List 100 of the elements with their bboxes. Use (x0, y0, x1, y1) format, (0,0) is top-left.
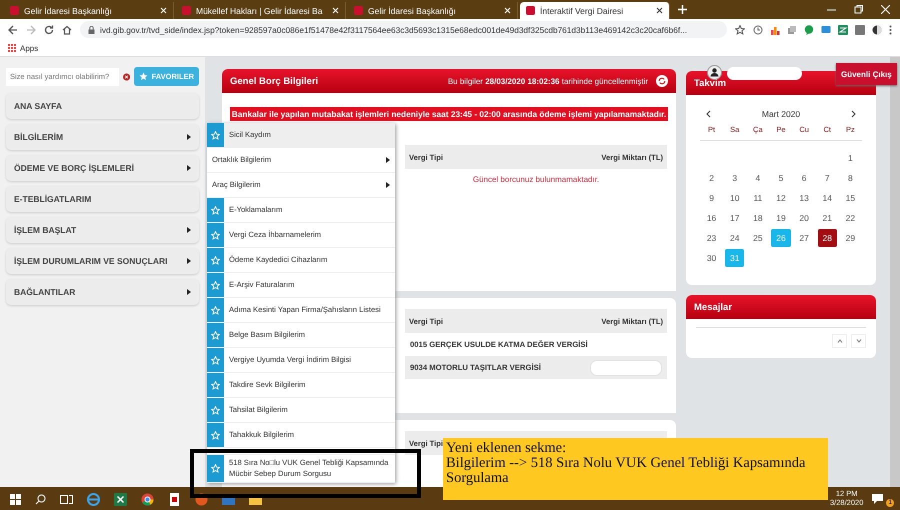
refresh-icon[interactable] (656, 75, 668, 87)
calendar-day[interactable]: 30 (702, 249, 722, 267)
search-icon[interactable] (35, 494, 46, 504)
calendar-day[interactable]: 1 (840, 149, 860, 167)
sidebar-item[interactable]: ÖDEME VE BORÇ İŞLEMLERİ (6, 155, 199, 181)
square-extension-icon[interactable] (855, 24, 865, 34)
clock-extension-icon[interactable] (753, 24, 763, 34)
calendar-day[interactable]: 10 (725, 189, 744, 207)
calendar-day[interactable]: 19 (771, 209, 791, 227)
browser-tab[interactable]: İnteraktif Vergi Dairesi (520, 2, 670, 19)
reload-icon[interactable] (44, 24, 54, 34)
sidebar-item[interactable]: ANA SAYFA (6, 93, 199, 119)
task-view-icon[interactable] (60, 494, 73, 504)
calendar-day[interactable]: 17 (725, 209, 744, 227)
callout-text: Yeni eklenen sekme: (446, 441, 568, 456)
bookmark-star-icon[interactable] (735, 24, 745, 34)
windows-icon[interactable] (10, 494, 21, 504)
spreadsheet-icon[interactable] (114, 492, 127, 506)
new-tab-icon[interactable] (678, 5, 687, 14)
scroll-up-button[interactable] (832, 334, 847, 348)
notification-icon[interactable] (871, 493, 884, 505)
favicon-icon (10, 6, 19, 15)
chat-extension-icon[interactable] (804, 24, 814, 34)
star-icon[interactable] (211, 356, 220, 364)
calendar-day[interactable]: 20 (794, 209, 814, 227)
sidebar-item[interactable]: İŞLEM BAŞLAT (6, 217, 199, 243)
star-icon[interactable] (211, 206, 220, 214)
calendar-day[interactable]: 15 (840, 189, 860, 207)
calendar-day[interactable]: 2 (702, 169, 722, 187)
circle-extension-icon[interactable] (872, 24, 882, 34)
calendar-day[interactable]: 11 (748, 189, 768, 207)
calendar-day[interactable]: 9 (702, 189, 722, 207)
chevron-up-icon (836, 339, 842, 343)
star-icon[interactable] (211, 430, 220, 440)
more-menu-icon[interactable] (889, 24, 892, 34)
chart-extension-icon[interactable] (770, 24, 780, 34)
star-icon[interactable] (211, 330, 220, 340)
star-icon[interactable] (211, 406, 220, 414)
star-icon[interactable] (211, 130, 220, 140)
calendar-day[interactable]: 24 (725, 229, 744, 247)
chevron-down-icon (856, 339, 862, 343)
favicon-icon (526, 6, 535, 15)
logout-button[interactable]: Güvenli Çıkış (836, 63, 897, 85)
restore-icon[interactable] (854, 5, 863, 14)
calendar-day[interactable]: 12 (771, 189, 791, 207)
home-icon[interactable] (62, 24, 72, 34)
calendar-day[interactable]: 6 (794, 169, 814, 187)
lock-icon (88, 26, 95, 34)
sidebar-item[interactable]: İŞLEM DURUMLARIM VE SONUÇLARI (6, 248, 199, 274)
star-icon[interactable] (211, 306, 220, 314)
document-icon[interactable] (168, 492, 181, 506)
sidebar-item[interactable]: BİLGİLERİM (6, 124, 199, 150)
panel-title: Takvim (694, 78, 726, 88)
calendar-day[interactable]: 23 (702, 229, 722, 247)
calendar-day[interactable]: 5 (771, 169, 791, 187)
star-icon[interactable] (211, 230, 220, 240)
calendar-day[interactable]: 29 (840, 229, 860, 247)
empty-message: Güncel borcunuz bulunmamaktadır. (472, 174, 600, 184)
copy-extension-icon[interactable] (787, 24, 797, 34)
month-label: Mart 2020 (762, 109, 800, 119)
apps-grid-icon (8, 44, 16, 52)
next-icon[interactable] (851, 110, 856, 118)
star-icon[interactable] (211, 256, 220, 264)
calendar-day[interactable]: 14 (818, 189, 837, 207)
calendar-day[interactable]: 27 (794, 229, 814, 247)
browser-icon[interactable] (87, 492, 100, 506)
panel-title: Mesajlar (694, 302, 732, 312)
scrollbar[interactable] (890, 57, 900, 487)
zigzag-extension-icon[interactable] (838, 24, 848, 34)
favicon-icon (354, 6, 363, 15)
calendar-day[interactable]: 8 (840, 169, 860, 187)
scroll-down-button[interactable] (851, 334, 866, 348)
sidebar-item[interactable]: E-TEBLİGATLARIM (6, 186, 199, 212)
calendar-day[interactable]: 28 (818, 229, 837, 247)
calendar-day[interactable]: 13 (794, 189, 814, 207)
close-icon[interactable] (656, 7, 663, 14)
callout-text: Bilgilerim --> 518 Sıra Nolu VUK Genel Tebliği Kapsamında Sorgulama (446, 456, 806, 487)
star-icon[interactable] (211, 464, 220, 473)
star-icon[interactable] (211, 280, 220, 290)
submenu-arrow-icon (386, 157, 390, 163)
address-bar[interactable]: ivd.gib.gov.tr/tvd_side/index.jsp?token=928597a0c086e1f51478e42f3117564ee63c3d5693c1315e68edc001de49d3df325cdb761d3b113e469142c3c20caf6b6f... (80, 21, 727, 38)
bookmark-link[interactable]: Apps (20, 44, 38, 52)
previous-icon[interactable] (706, 110, 711, 118)
warning-banner: Bankalar ile yapılan mutabakat işlemleri nedeniyle saat 23:45 - 02:00 arasında ödeme işlemi yapılamamaktadır. (230, 107, 668, 121)
calendar-day[interactable]: 22 (840, 209, 860, 227)
submenu-arrow-icon (386, 182, 390, 188)
calendar-day[interactable]: 4 (748, 169, 768, 187)
calendar-day[interactable]: 25 (748, 229, 768, 247)
calendar-day[interactable]: 16 (702, 209, 722, 227)
calendar-day[interactable]: 3 (725, 169, 744, 187)
screen-extension-icon[interactable] (821, 24, 831, 34)
star-icon[interactable] (211, 380, 220, 390)
favicon-icon (182, 6, 191, 15)
sidebar-item[interactable]: BAĞLANTILAR (6, 279, 199, 305)
back-icon[interactable] (8, 24, 18, 34)
calendar-day[interactable]: 7 (818, 169, 837, 187)
clear-icon[interactable] (122, 72, 130, 80)
calendar-day[interactable]: 21 (818, 209, 837, 227)
user-avatar-icon[interactable] (707, 65, 722, 80)
calendar-day[interactable]: 18 (748, 209, 768, 227)
